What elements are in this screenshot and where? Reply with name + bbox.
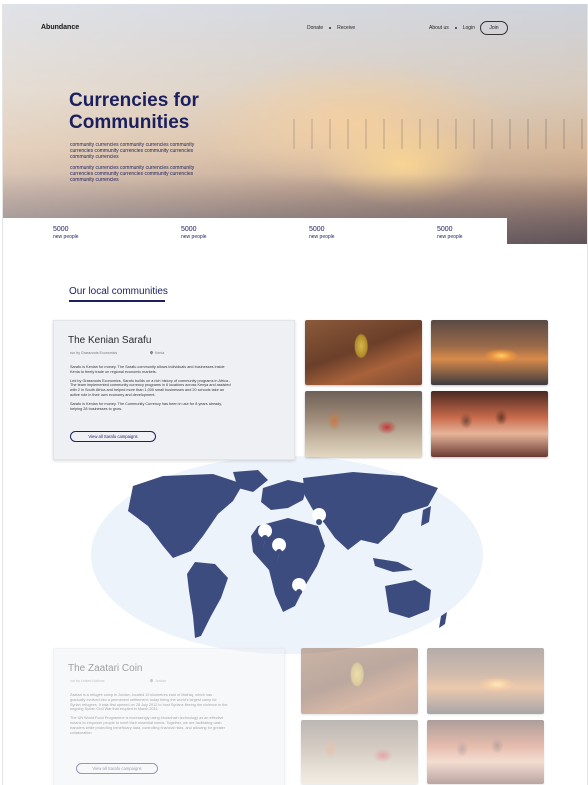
stats-bar: 5000 new people 5000 new people 5000 new… [3, 218, 507, 248]
stat-label: new people [53, 234, 79, 240]
location-pin-icon [149, 350, 154, 355]
hero-title: Currencies for Communities [69, 90, 199, 133]
map-land [128, 470, 447, 638]
community-card: The Zaatari Coin run by United Nations J… [53, 648, 285, 785]
community-paragraph: Sarafu is Kenian for money. The Communit… [70, 401, 222, 411]
japan-shape [421, 506, 431, 526]
community-location: Jordan [149, 678, 166, 683]
nav-separator-dot [329, 26, 332, 29]
stat-value: 5000 [437, 226, 453, 233]
hero-subtitle-block: community currencies community currencie… [70, 164, 195, 184]
nav-receive-link[interactable]: Receive [337, 25, 355, 31]
community-name: The Zaatari Coin [68, 663, 143, 674]
hero-section: Abundance Donate Receive About us Login Jo… [3, 4, 587, 244]
shovel-photo [301, 648, 418, 714]
stat-label: new people [437, 234, 463, 240]
women-photo [305, 391, 422, 457]
section-title-underline [69, 300, 165, 302]
section-title: Our local communities [69, 286, 168, 297]
australia-shape [385, 580, 431, 618]
view-campaigns-button[interactable]: View all Sarafu campaigns [76, 763, 158, 774]
north-america-shape [128, 474, 243, 558]
stat-label: new people [309, 234, 335, 240]
children-photo [431, 391, 548, 457]
community-location: Kenia [149, 350, 165, 355]
stat-value: 5000 [181, 226, 197, 233]
nav-donate-link[interactable]: Donate [307, 25, 323, 31]
nav-login-link[interactable]: Login [463, 25, 475, 31]
shovel-photo [305, 320, 422, 385]
nav-about-link[interactable]: About us [429, 25, 449, 31]
new-zealand-shape [439, 612, 447, 628]
market-photo [427, 648, 544, 714]
stat-item: 5000 new people [437, 226, 463, 240]
stat-label: new people [181, 234, 207, 240]
europe-shape [261, 480, 308, 510]
community-run-by: run by Grassroots Economics [70, 351, 118, 355]
community-description: Sarafu is Kenian for money. The Sarafu c… [70, 365, 232, 415]
join-button[interactable]: Join [480, 21, 508, 35]
community-paragraph: The UN World Food Programme is increasin… [70, 716, 226, 735]
world-map [128, 470, 447, 638]
logo[interactable]: Abundance [41, 24, 79, 31]
community-description: Zaatari is a refugee camp in Jordan, loc… [70, 693, 228, 739]
hero-subtitle: community currencies community currencie… [70, 142, 200, 187]
community-run-by: run by United Nations [70, 679, 105, 683]
view-campaigns-button[interactable]: View all Sarafu campaigns [70, 431, 156, 442]
stat-value: 5000 [53, 226, 69, 233]
community-paragraph: Zaatari is a refugee camp in Jordan, loc… [70, 693, 228, 712]
children-photo [427, 720, 544, 784]
indonesia-shape [373, 558, 413, 572]
market-photo [431, 320, 548, 385]
nav-right: About us Login [429, 25, 475, 31]
stat-item: 5000 new people [53, 226, 79, 240]
nav-separator-dot [454, 26, 457, 29]
nav-left: Donate Receive [307, 25, 355, 31]
community-card: The Kenian Sarafu run by Grassroots Econ… [53, 320, 295, 460]
stat-item: 5000 new people [309, 226, 335, 240]
community-paragraph: Sarafu is Kenian for money. The Sarafu c… [70, 365, 225, 374]
community-location-label: Jordan [155, 679, 166, 683]
women-photo [301, 720, 418, 784]
hero-subtitle-block: community currencies community currencie… [70, 142, 195, 161]
stat-value: 5000 [309, 226, 325, 233]
page: Abundance Donate Receive About us Login Jo… [2, 4, 588, 785]
location-pin-icon [149, 678, 154, 683]
stat-item: 5000 new people [181, 226, 207, 240]
community-paragraph: Led by Grassroots Economics, Sarafu buil… [70, 378, 231, 397]
community-name: The Kenian Sarafu [68, 335, 152, 346]
community-location-label: Kenia [155, 351, 165, 355]
south-america-shape [187, 562, 228, 638]
